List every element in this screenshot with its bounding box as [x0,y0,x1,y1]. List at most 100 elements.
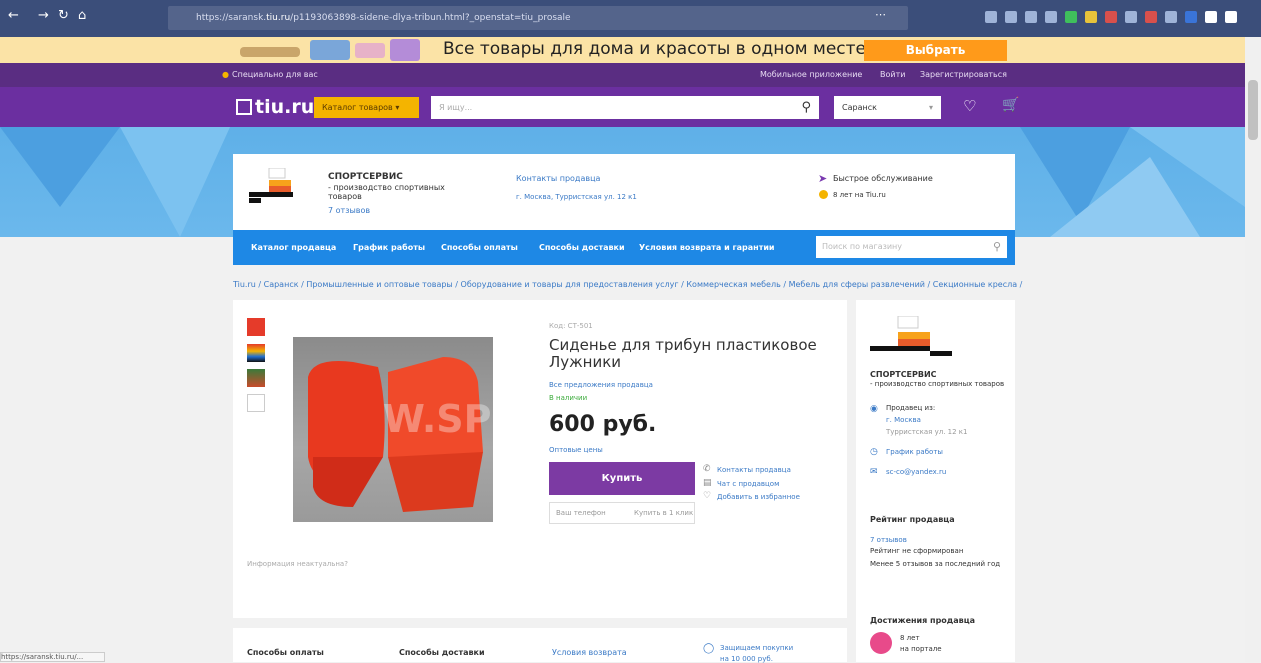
years-label: 8 лет на Tiu.ru [833,191,886,199]
search-placeholder: Я ищу... [439,103,473,112]
shop-logo[interactable] [249,168,299,208]
rating-title: Рейтинг продавца [870,515,955,524]
seller-email-link[interactable]: sc-co@yandex.ru [886,468,946,476]
extension-yellow-icon[interactable] [1085,11,1097,23]
nav-delivery[interactable]: Способы доставки [539,243,625,252]
seller-city-link[interactable]: г. Москва [886,416,921,424]
add-favorite-link[interactable]: Добавить в избранное [717,493,800,501]
url-domain: tiu.ru [266,13,291,23]
cart-icon[interactable]: 🛒 [1002,97,1019,113]
availability-badge: В наличии [549,394,588,402]
nav-catalog[interactable]: Каталог продавца [251,243,336,252]
product-thumbnail[interactable] [247,344,265,362]
extension-red-icon[interactable] [1105,11,1117,23]
schedule-link[interactable]: График работы [886,448,943,456]
extension-icon-2[interactable] [1125,11,1137,23]
city-value: Саранск [842,103,877,112]
phone-icon: ✆ [703,464,711,474]
sidebar-shop-name[interactable]: СПОРТСЕРВИС [870,370,937,379]
nav-schedule[interactable]: График работы [353,243,425,252]
heart-icon[interactable]: ♡ [963,97,976,115]
forward-icon[interactable]: → [38,8,49,23]
search-icon[interactable]: ⚲ [801,96,811,119]
more-icon[interactable]: ⋯ [875,8,886,21]
shop-logo[interactable] [870,316,954,358]
menu-icon[interactable] [1225,11,1237,23]
sidebar-reviews-link[interactable]: 7 отзывов [870,536,907,544]
extension-icon[interactable] [1045,11,1057,23]
one-click-button[interactable]: Купить в 1 клик [634,503,693,523]
register-link[interactable]: Зарегистрироваться [920,70,1007,79]
browser-toolbar: ← → ↻ ⌂ https://saransk.tiu.ru/p11930638… [0,0,1261,37]
product-code: Код: СТ-501 [549,322,593,330]
seller-from-label: Продавец из: [886,404,936,412]
home-icon[interactable]: ⌂ [78,8,86,23]
download-icon[interactable] [985,11,997,23]
protected-link[interactable]: Защищаем покупки [720,644,793,652]
reload-icon[interactable]: ↻ [58,8,69,23]
back-icon[interactable]: ← [8,8,19,23]
site-header: tiu.ru Каталог товаров ▾ Я ищу... ⚲ Сара… [0,87,1245,127]
status-bar: https://saransk.tiu.ru/... [0,652,105,662]
extension-white-icon[interactable] [1205,11,1217,23]
top-strip: ● Специально для вас Мобильное приложени… [0,63,1245,87]
logo-square-icon [236,99,252,115]
breadcrumb[interactable]: Tiu.ru / Саранск / Промышленные и оптовы… [233,280,1023,289]
rating-subtext: Менее 5 отзывов за последний год [870,560,1001,568]
fast-service-label: Быстрое обслуживание [833,174,933,183]
shop-reviews-link[interactable]: 7 отзывов [328,206,370,215]
extension-green-icon[interactable] [1065,11,1077,23]
site-logo[interactable]: tiu.ru [236,96,314,118]
sidebar-shop-desc: - производство спортивных товаров [870,380,1005,388]
phone-input[interactable]: Ваш телефон Купить в 1 клик [549,502,695,524]
seller-contacts-link[interactable]: Контакты продавца [717,466,791,474]
logo-text: tiu.ru [255,96,315,118]
clock-icon: ◷ [870,447,878,457]
sidebar-icon[interactable] [1025,11,1037,23]
address-bar[interactable]: https://saransk.tiu.ru/p1193063898-siden… [168,6,908,30]
product-thumbnail[interactable] [247,318,265,336]
info-outdated-link[interactable]: Информация неактуальна? [247,560,348,568]
promo-products-image [240,39,420,61]
shop-contacts-link[interactable]: Контакты продавца [516,174,600,183]
nav-payment[interactable]: Способы оплаты [441,243,518,252]
payment-title: Способы оплаты [247,648,324,657]
shield-icon: ◯ [703,643,715,654]
extension-icon-3[interactable] [1165,11,1177,23]
seller-street: Турристская ул. 12 к1 [886,428,968,436]
scrollbar-thumb[interactable] [1248,80,1258,140]
returns-link[interactable]: Условия возврата [552,648,627,657]
wholesale-prices-link[interactable]: Оптовые цены [549,446,603,454]
shop-search-input[interactable]: Поиск по магазину ⚲ [816,236,1007,258]
chevron-down-icon: ▾ [395,103,400,112]
shop-subtitle: - производство спортивных товаров [328,183,445,201]
login-link[interactable]: Войти [880,70,905,79]
mobile-app-link[interactable]: Мобильное приложение [760,70,862,79]
photo-watermark: W.SPO [383,397,493,441]
shop-name[interactable]: СПОРТСЕРВИС [328,172,403,182]
product-photo[interactable]: W.SPO [293,337,493,522]
url-rest: /p1193063898-sidene-dlya-tribun.html?_op… [290,13,571,23]
special-link[interactable]: Специально для вас [232,70,318,79]
catalog-button[interactable]: Каталог товаров ▾ [314,97,419,118]
all-offers-link[interactable]: Все предложения продавца [549,381,653,389]
shop-card: СПОРТСЕРВИС - производство спортивных то… [233,154,1015,230]
promo-select-button[interactable]: Выбрать [864,40,1007,61]
search-input[interactable]: Я ищу... ⚲ [431,96,819,119]
achievement-years: 8 лет [900,634,920,642]
city-select[interactable]: Саранск ▾ [834,96,941,119]
nav-returns[interactable]: Условия возврата и гарантии [639,243,775,252]
heart-icon: ♡ [703,491,712,501]
phone-placeholder: Ваш телефон [556,509,606,517]
library-icon[interactable] [1005,11,1017,23]
promo-banner[interactable]: Все товары для дома и красоты в одном ме… [0,37,1245,63]
chat-link[interactable]: Чат с продавцом [717,480,779,488]
extension-blue-icon[interactable] [1185,11,1197,23]
shop-address[interactable]: г. Москва, Турристская ул. 12 к1 [516,193,637,201]
buy-button[interactable]: Купить [549,462,695,495]
search-icon[interactable]: ⚲ [993,236,1001,258]
extension-red-icon-2[interactable] [1145,11,1157,23]
product-thumbnail[interactable] [247,394,265,412]
product-thumbnail[interactable] [247,369,265,387]
location-icon: ◉ [870,404,878,414]
